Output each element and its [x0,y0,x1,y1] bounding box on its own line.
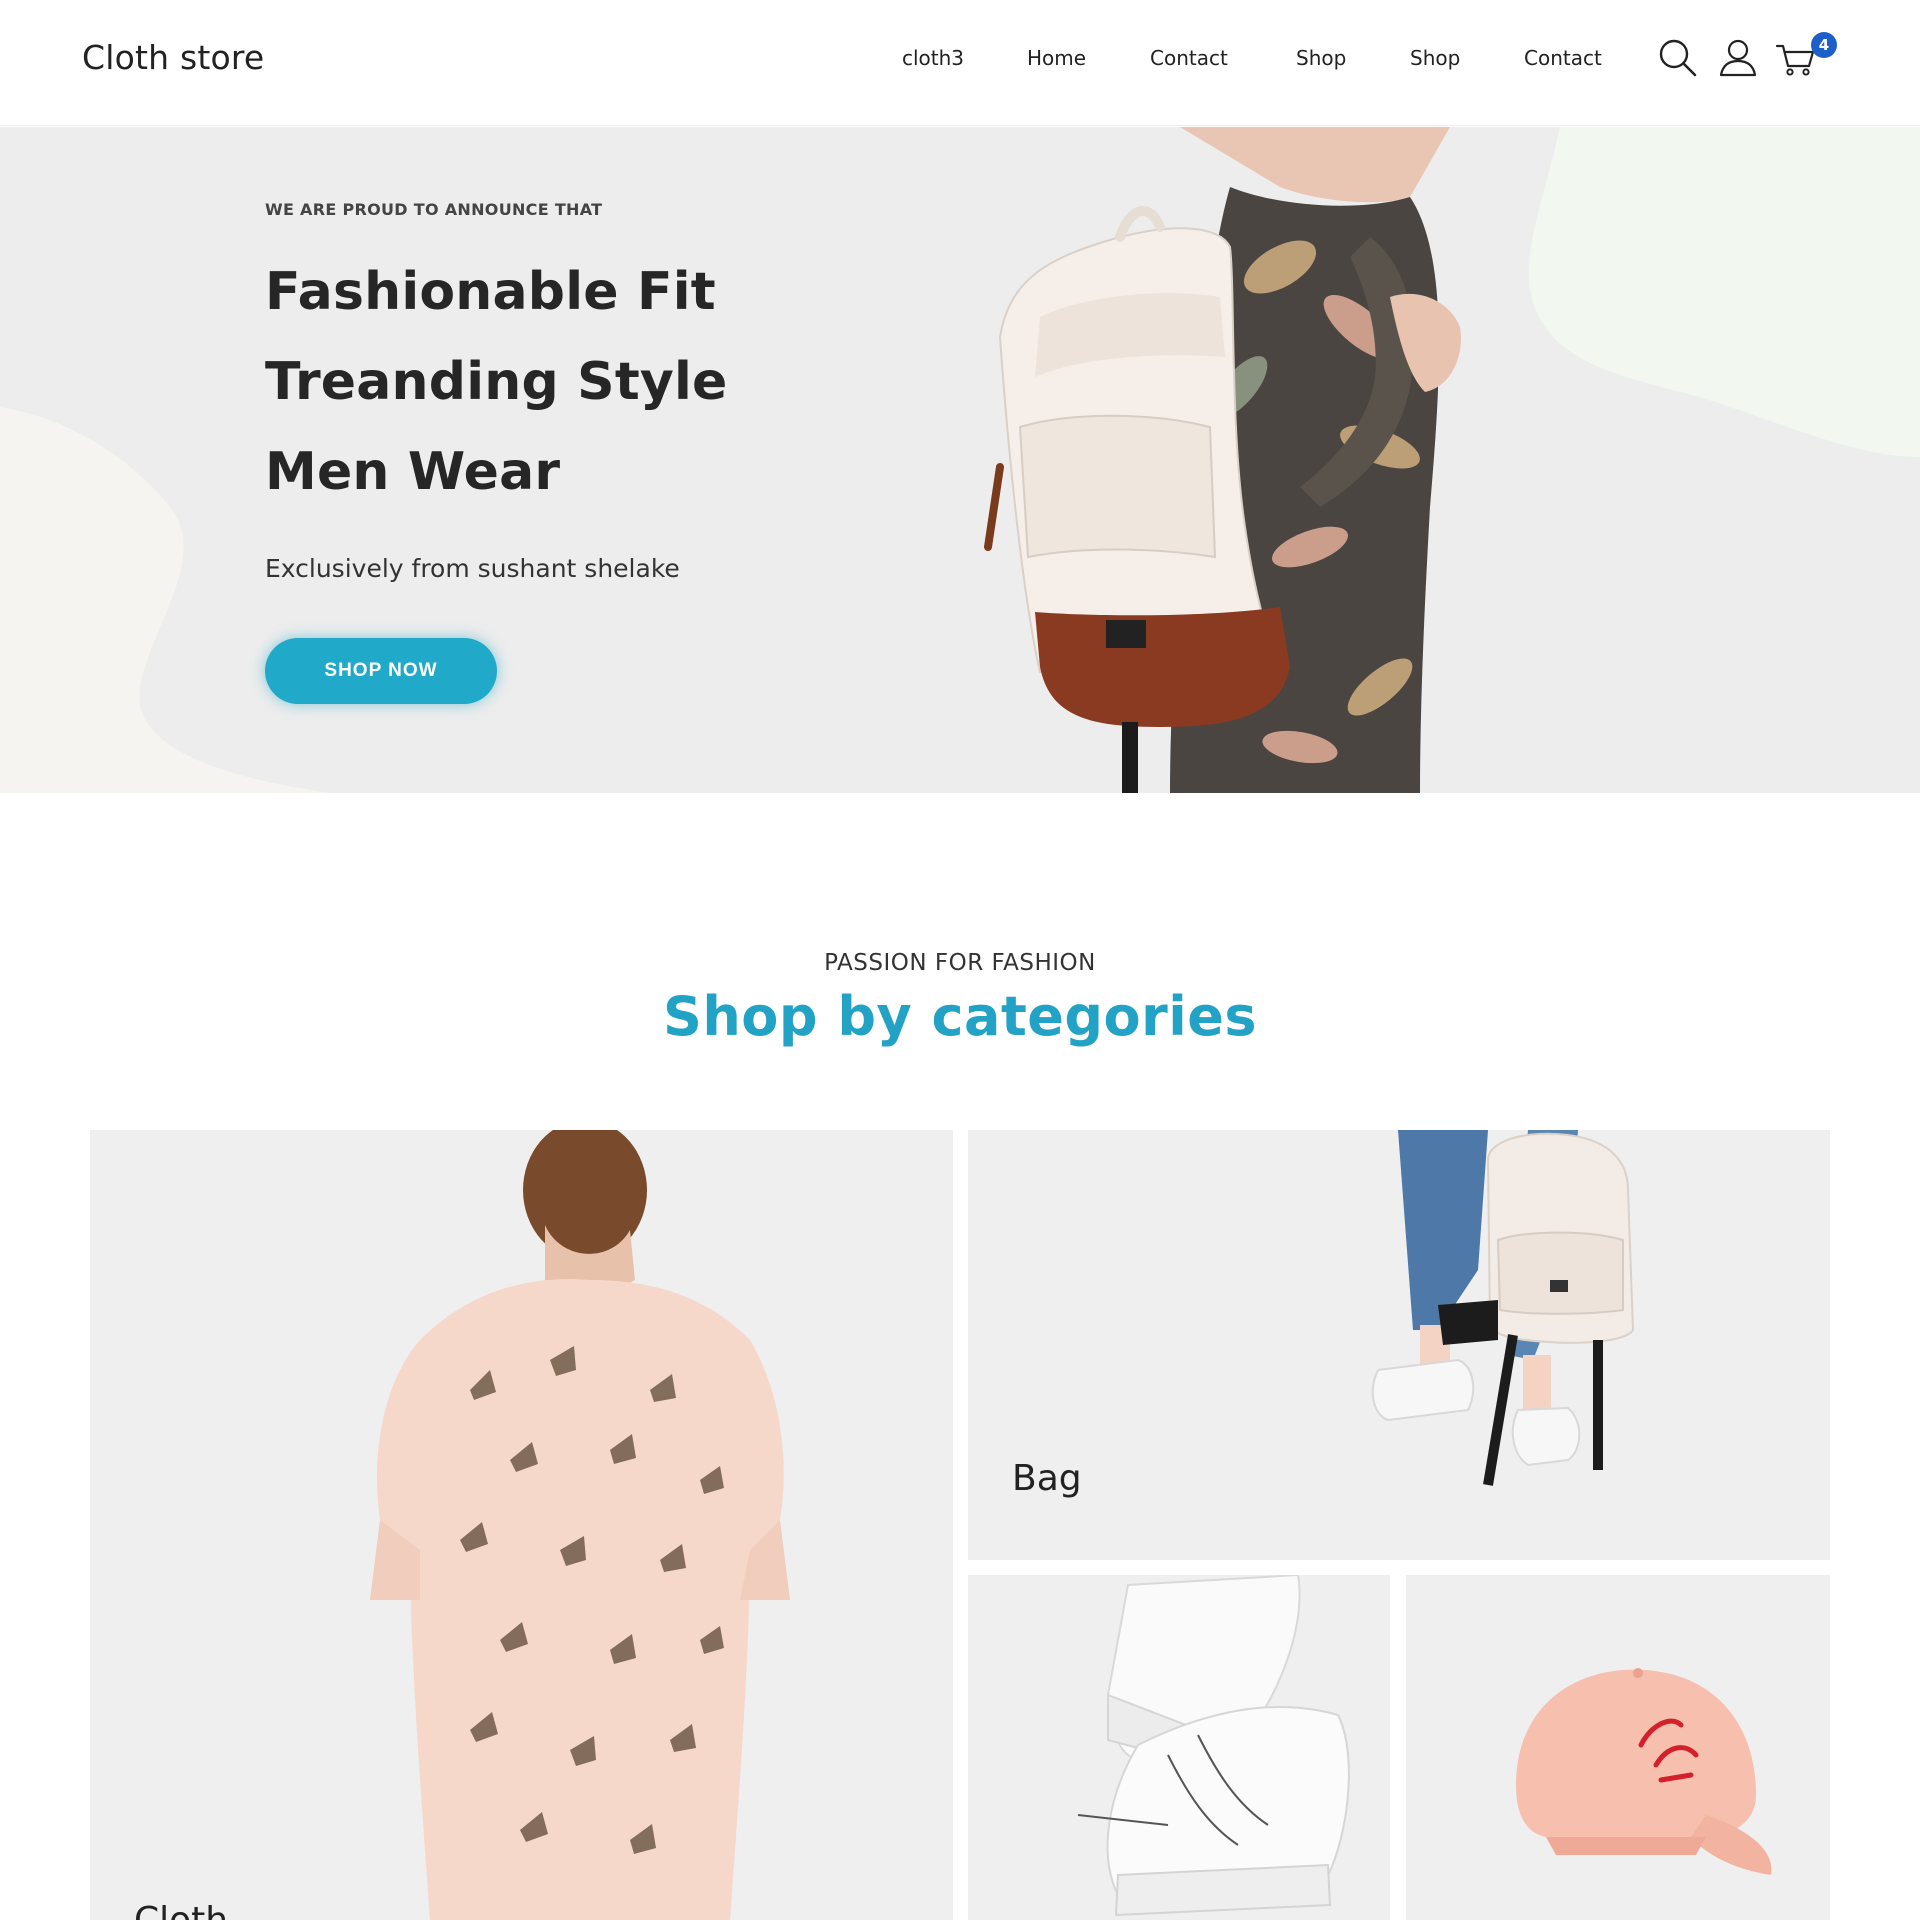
nav-item-contact[interactable]: Contact [1150,46,1228,70]
hero-title-line-3: Men Wear [265,442,561,502]
cap-image [1406,1575,1830,1920]
hero-title-line-2: Treanding Style [265,352,728,412]
shoes-image [968,1575,1390,1920]
category-tile-cap[interactable] [1406,1575,1830,1920]
nav-item-shop[interactable]: Shop [1296,46,1346,70]
hero-title-line-1: Fashionable Fit [265,262,716,322]
hero-subtitle: Exclusively from sushant shelake [265,554,680,583]
hero-banner: WE ARE PROUD TO ANNOUNCE THAT Fashionabl… [0,127,1920,793]
user-icon[interactable] [1716,36,1760,80]
bag-image [968,1130,1830,1560]
nav-item-home[interactable]: Home [1027,46,1086,70]
search-icon[interactable] [1656,36,1700,80]
cloth-image [90,1130,953,1920]
cart-count-badge: 4 [1811,32,1837,58]
shop-now-button[interactable]: SHOP NOW [265,638,497,704]
nav-item-cloth3[interactable]: cloth3 [902,46,964,70]
section-title: Shop by categories [662,985,1258,1048]
category-label-bag: Bag [1012,1458,1082,1499]
main-nav: cloth3 Home Contact Shop Shop Contact [0,46,1920,76]
hero-eyebrow: WE ARE PROUD TO ANNOUNCE THAT [265,200,603,219]
hero-model-image [984,127,1461,793]
category-label-cloth: Cloth [134,1900,228,1920]
category-tile-shoes[interactable] [968,1575,1390,1920]
nav-item-shop-2[interactable]: Shop [1410,46,1460,70]
category-tile-bag[interactable]: Bag [968,1130,1830,1560]
category-tile-cloth[interactable]: Cloth [90,1130,953,1920]
site-header: Cloth store cloth3 Home Contact Shop Sho… [0,0,1920,126]
nav-item-contact-2[interactable]: Contact [1524,46,1602,70]
section-eyebrow: PASSION FOR FASHION [824,950,1096,976]
